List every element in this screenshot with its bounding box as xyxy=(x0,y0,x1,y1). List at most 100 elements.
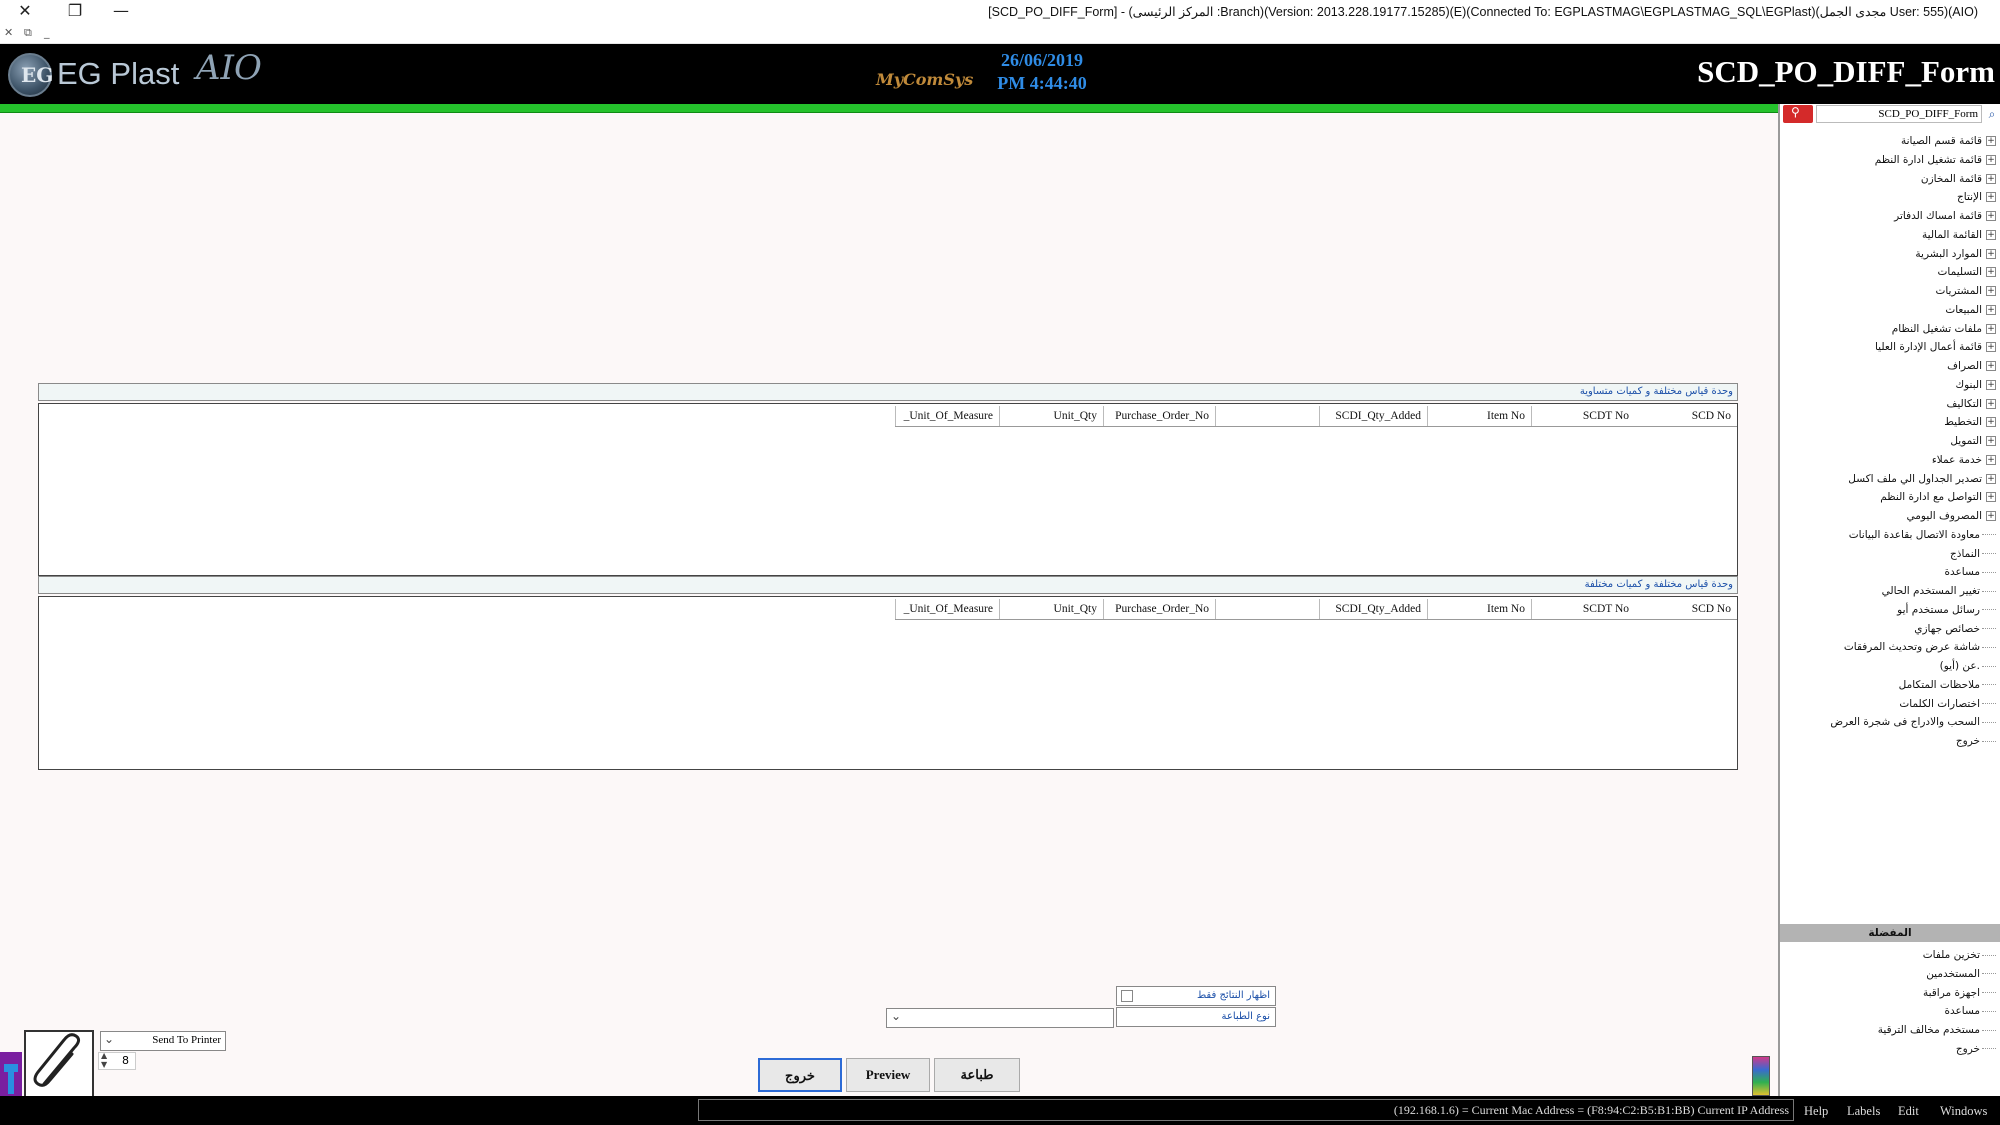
side-tab-indicator[interactable] xyxy=(0,1052,22,1100)
grid-1-col-scdt-no[interactable]: SCDT No xyxy=(1531,406,1635,426)
search-icon[interactable]: ⌕ xyxy=(1984,105,2000,123)
expand-icon[interactable]: + xyxy=(1986,304,1996,315)
tree-item[interactable]: التسليمات + xyxy=(1938,263,1996,281)
grid-2-col-scdt-no[interactable]: SCDT No xyxy=(1531,599,1635,619)
mdi-restore-icon[interactable]: ⧉ xyxy=(24,26,32,40)
expand-icon[interactable]: + xyxy=(1986,511,1996,521)
search-button[interactable]: ⚲ xyxy=(1783,105,1813,123)
show-results-only-checkbox[interactable]: اظهار النتائج فقط xyxy=(1116,986,1276,1006)
favorite-item[interactable]: اجهزة مراقبة xyxy=(1923,984,1996,1002)
grid-1-col-unit-of-measure[interactable]: _Unit_Of_Measure xyxy=(895,406,999,426)
menu-edit[interactable]: Edit xyxy=(1898,1104,1919,1119)
favorite-item[interactable]: المستخدمين xyxy=(1926,965,1996,983)
tree-item[interactable]: قائمة امساك الدفاتر + xyxy=(1894,207,1996,225)
tree-item[interactable]: اختصارات الكلمات xyxy=(1899,695,1996,713)
minimize-window-button[interactable]: — xyxy=(98,0,144,24)
tree-item[interactable]: الإنتاج + xyxy=(1957,188,1996,206)
tree-item[interactable]: قائمة تشغيل ادارة النظم + xyxy=(1875,151,1996,169)
preview-button[interactable]: Preview xyxy=(846,1058,930,1092)
stepper-up-icon[interactable]: ▲ xyxy=(101,1051,107,1060)
tree-item[interactable]: معاودة الاتصال بقاعدة البيانات xyxy=(1849,526,1996,544)
expand-icon[interactable]: + xyxy=(1986,267,1996,278)
expand-icon[interactable]: + xyxy=(1986,154,1996,165)
tree-item[interactable]: تصدير الجداول الي ملف اكسل + xyxy=(1848,470,1996,488)
app-switcher-icon[interactable] xyxy=(1752,1056,1770,1096)
tree-item[interactable]: التخطيط + xyxy=(1944,413,1996,431)
tree-item[interactable]: المبيعات + xyxy=(1945,301,1996,319)
print-button[interactable]: طباعة xyxy=(934,1058,1020,1092)
grid-2-col-scdi-qty-added[interactable]: SCDI_Qty_Added xyxy=(1319,599,1427,619)
tree-item[interactable]: المشتريات + xyxy=(1935,282,1996,300)
grid-2-col-unit-of-measure[interactable]: _Unit_Of_Measure xyxy=(895,599,999,619)
favorite-item[interactable]: خروج xyxy=(1956,1040,1996,1058)
copies-stepper[interactable]: ▲ ▼ 8 xyxy=(98,1051,136,1070)
grid-1-col-item-no[interactable]: Item No xyxy=(1427,406,1531,426)
tree-item[interactable]: الموارد البشرية + xyxy=(1915,245,1996,263)
grid-1-col-scdi-qty-added[interactable]: SCDI_Qty_Added xyxy=(1319,406,1427,426)
tree-item[interactable]: التواصل مع ادارة النظم + xyxy=(1880,488,1996,506)
tree-item[interactable]: التمويل + xyxy=(1950,432,1996,450)
favorite-item[interactable]: مستخدم مخالف الترقية xyxy=(1878,1021,1996,1039)
tree-item[interactable]: شاشة عرض وتحديث المرفقات xyxy=(1844,638,1996,656)
tree-item[interactable]: الصراف + xyxy=(1947,357,1996,375)
tree-item[interactable]: ملفات تشغيل النظام + xyxy=(1892,320,1996,338)
grid-2-col-empty[interactable] xyxy=(1215,599,1319,619)
expand-icon[interactable]: + xyxy=(1986,473,1996,484)
favorite-item[interactable]: تخزين ملفات xyxy=(1923,946,1996,964)
grid-2-col-item-no[interactable]: Item No xyxy=(1427,599,1531,619)
expand-icon[interactable]: + xyxy=(1986,211,1996,221)
tree-item[interactable]: تغيير المستخدم الحالي xyxy=(1882,582,1996,600)
tree-item[interactable]: السحب والادراج فى شجرة العرض xyxy=(1830,713,1996,731)
search-input[interactable] xyxy=(1816,105,1982,123)
tree-item[interactable]: البنوك + xyxy=(1955,376,1996,394)
checkbox-box[interactable] xyxy=(1121,990,1133,1002)
tree-item[interactable]: مساعدة xyxy=(1945,563,1996,581)
expand-icon[interactable]: + xyxy=(1986,136,1996,146)
grid-2[interactable]: SCD No SCDT No Item No SCDI_Qty_Added Pu… xyxy=(38,596,1738,770)
expand-icon[interactable]: + xyxy=(1986,248,1996,259)
grid-1-col-empty[interactable] xyxy=(1215,406,1319,426)
chevron-down-icon[interactable]: ⌄ xyxy=(104,1032,114,1046)
tree-item[interactable]: خروج xyxy=(1956,732,1996,750)
tree-item[interactable]: رسائل مستخدم أيو xyxy=(1897,601,1996,619)
tree-item[interactable]: قائمة قسم الصيانة + xyxy=(1901,132,1996,150)
tree-item[interactable]: ملاحظات المتكامل xyxy=(1899,676,1996,694)
expand-icon[interactable]: + xyxy=(1986,173,1996,184)
tree-item[interactable]: النماذج xyxy=(1950,545,1996,563)
grid-1[interactable]: SCD No SCDT No Item No SCDI_Qty_Added Pu… xyxy=(38,403,1738,576)
grid-2-col-scd-no[interactable]: SCD No xyxy=(1635,599,1737,619)
close-window-button[interactable]: ✕ xyxy=(2,0,48,24)
send-to-printer-select[interactable]: ⌄ Send To Printer xyxy=(100,1031,226,1051)
expand-icon[interactable]: + xyxy=(1986,286,1996,296)
expand-icon[interactable]: + xyxy=(1986,361,1996,371)
chevron-down-icon[interactable]: ⌄ xyxy=(891,1009,901,1023)
expand-icon[interactable]: + xyxy=(1986,323,1996,334)
tree-item[interactable]: قائمة أعمال الإدارة العليا + xyxy=(1875,338,1996,356)
favorite-item[interactable]: مساعدة xyxy=(1945,1002,1996,1020)
tree-item[interactable]: قائمة المخازن + xyxy=(1921,170,1996,188)
grid-1-col-purchase-order-no[interactable]: Purchase_Order_No xyxy=(1103,406,1215,426)
expand-icon[interactable]: + xyxy=(1986,379,1996,390)
grid-1-col-scd-no[interactable]: SCD No xyxy=(1635,406,1737,426)
menu-labels[interactable]: Labels xyxy=(1847,1104,1880,1119)
expand-icon[interactable]: + xyxy=(1986,229,1996,240)
attachment-button[interactable] xyxy=(24,1030,94,1098)
mdi-minimize-icon[interactable]: _ xyxy=(44,26,50,39)
expand-icon[interactable]: + xyxy=(1986,492,1996,503)
expand-icon[interactable]: + xyxy=(1986,398,1996,409)
tree-item[interactable]: خدمة عملاء + xyxy=(1932,451,1996,469)
expand-icon[interactable]: + xyxy=(1986,454,1996,465)
expand-icon[interactable]: + xyxy=(1986,342,1996,353)
menu-windows[interactable]: Windows xyxy=(1940,1104,1987,1119)
expand-icon[interactable]: + xyxy=(1986,436,1996,446)
tree-item[interactable]: التكاليف + xyxy=(1946,395,1996,413)
tree-item[interactable]: خصائص جهازي xyxy=(1914,620,1996,638)
menu-help[interactable]: Help xyxy=(1804,1104,1828,1119)
tree-item[interactable]: القائمة المالية + xyxy=(1922,226,1996,244)
mdi-close-icon[interactable]: ✕ xyxy=(4,26,13,39)
grid-2-col-purchase-order-no[interactable]: Purchase_Order_No xyxy=(1103,599,1215,619)
exit-button[interactable]: خروج xyxy=(758,1058,842,1092)
stepper-down-icon[interactable]: ▼ xyxy=(101,1060,107,1069)
tree-item[interactable]: عن (أيو). xyxy=(1940,657,1996,675)
expand-icon[interactable]: + xyxy=(1986,417,1996,428)
